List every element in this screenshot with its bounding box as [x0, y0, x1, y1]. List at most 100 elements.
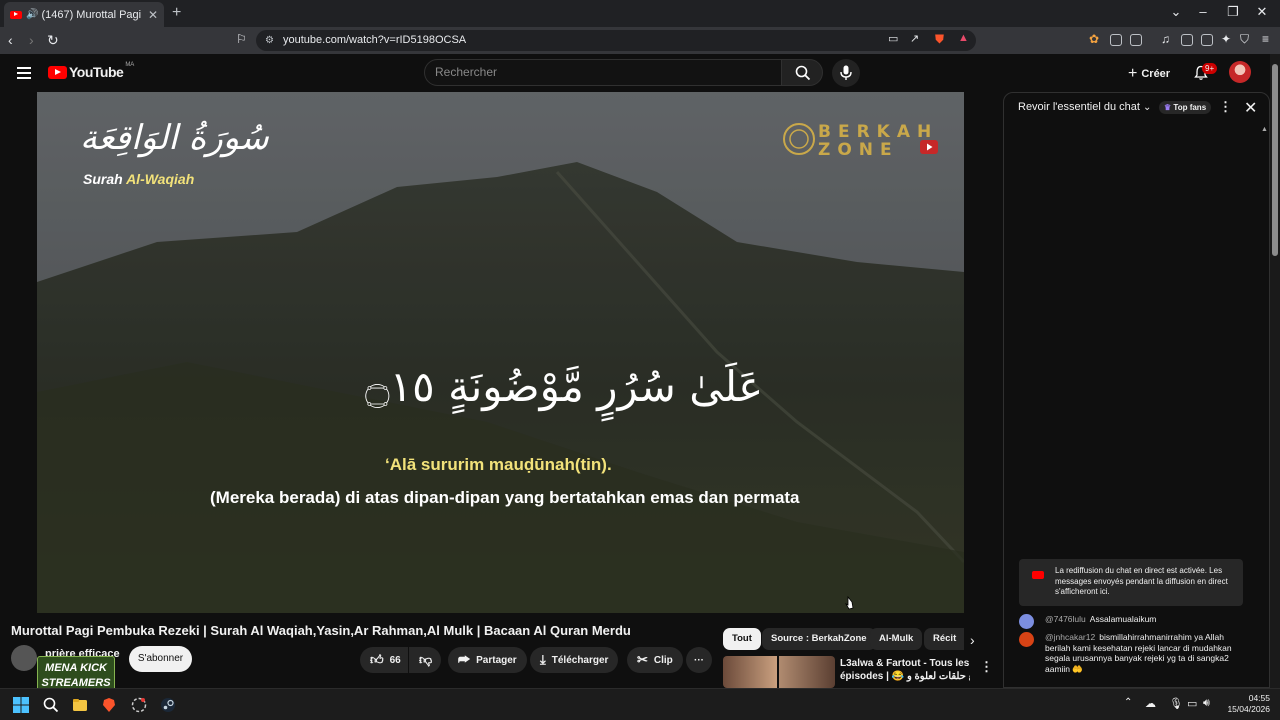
browser-tab[interactable]: 🔊 (1467) Murottal Pagi Pembuk ✕	[4, 2, 164, 27]
chip-al-mulk[interactable]: Al-Mulk	[870, 628, 923, 650]
brand-play-icon	[920, 140, 938, 154]
crown-icon: ♛	[1164, 103, 1172, 112]
chat-author[interactable]: @7476lulu	[1045, 614, 1086, 624]
youtube-icon	[1032, 571, 1044, 579]
brave-browser-icon[interactable]	[101, 697, 117, 713]
cast-icon[interactable]: ▭	[888, 32, 898, 45]
create-label: Créer	[1141, 68, 1171, 80]
subscribe-button[interactable]: S'abonner	[129, 646, 192, 672]
thumbs-up-icon: 👍︎	[370, 652, 384, 667]
chip-all[interactable]: Tout	[723, 628, 761, 650]
chip-source-berkahzone[interactable]: Source : BerkahZone	[762, 628, 876, 650]
chat-scroll-up-icon[interactable]: ▲	[1261, 126, 1268, 133]
back-button[interactable]: ‹	[8, 32, 13, 48]
extensions-puzzle-icon[interactable]	[1110, 34, 1122, 46]
network-icon[interactable]: ▭	[1187, 697, 1197, 710]
berkah-zone-logo-icon	[783, 123, 815, 155]
surah-prefix: Surah	[83, 171, 123, 187]
reload-button[interactable]: ↻	[47, 32, 59, 49]
scrollbar-thumb[interactable]	[1272, 64, 1278, 256]
extension-icon[interactable]: ✿	[1089, 32, 1099, 46]
country-code: MA	[125, 62, 135, 68]
mic-tray-icon[interactable]: 🎙︎	[1169, 697, 1183, 710]
reader-mode-icon[interactable]	[1130, 34, 1142, 46]
like-button[interactable]: 👍︎ 66	[360, 647, 408, 673]
app-icon[interactable]	[131, 697, 147, 713]
recommendation-thumbnail[interactable]	[723, 656, 777, 688]
thumbs-down-icon: 👎︎	[419, 652, 433, 667]
brand-line-1: BERKAH	[818, 122, 939, 142]
download-button[interactable]: ⤓ Télécharger	[530, 647, 619, 673]
close-window-button[interactable]: ✕	[1252, 4, 1272, 20]
avatar	[1019, 614, 1034, 629]
sidebar-icon[interactable]	[1181, 34, 1193, 46]
clock-date: 15/04/2026	[1227, 704, 1270, 714]
new-tab-button[interactable]: +	[172, 4, 181, 22]
youtube-play-icon	[48, 65, 67, 79]
share-page-icon[interactable]: ↗	[910, 32, 919, 45]
leo-ai-icon[interactable]: ✦	[1221, 32, 1231, 46]
logo-text: YouTube	[69, 64, 124, 80]
chat-more-options-icon[interactable]: ⋮	[1219, 99, 1232, 115]
channel-avatar[interactable]	[11, 645, 37, 671]
forward-button[interactable]: ›	[29, 32, 34, 48]
recommendation-thumbnail-right[interactable]	[779, 656, 835, 688]
bookmark-icon[interactable]: ⚐	[236, 32, 247, 46]
maximize-button[interactable]: ❐	[1223, 4, 1243, 20]
chat-filter-dropdown[interactable]: Revoir l'essentiel du chat ⌄	[1018, 101, 1151, 113]
url-text: youtube.com/watch?v=rID5198OCSA	[283, 34, 467, 46]
recommendation-more-icon[interactable]: ⋮	[980, 659, 993, 675]
share-icon: ⮫	[458, 652, 471, 667]
youtube-logo[interactable]: YouTube MA	[48, 62, 135, 80]
search-input[interactable]: Rechercher	[424, 59, 782, 86]
url-field[interactable]: ⚙ youtube.com/watch?v=rID5198OCSA	[256, 30, 976, 51]
music-icon[interactable]: ♫	[1161, 32, 1170, 46]
chat-close-icon[interactable]: ✕	[1244, 98, 1257, 118]
surah-name: Surah Al-Waqiah	[83, 171, 194, 187]
microphone-icon	[840, 65, 852, 80]
clock-time: 04:55	[1248, 693, 1270, 703]
hamburger-menu-icon[interactable]	[17, 67, 31, 82]
account-avatar[interactable]	[1229, 61, 1251, 83]
brave-shields-icon[interactable]: ⛊	[935, 32, 944, 47]
speaker-icon: 🔊	[26, 9, 39, 20]
ayah-arabic-text: عَلَىٰ سُرُرٍ مَّوْضُونَةٍ ۝١٥	[365, 362, 764, 411]
windows-start-icon[interactable]	[13, 697, 29, 713]
taskbar-clock[interactable]: 04:55 15/04/2026	[1220, 693, 1270, 715]
clip-button[interactable]: ✂ Clip	[627, 647, 683, 673]
dislike-button[interactable]: 👎︎	[409, 647, 441, 673]
chips-next-icon[interactable]: ›	[970, 632, 975, 648]
tray-chevron-up-icon[interactable]: ⌃	[1124, 697, 1132, 708]
tab-close-icon[interactable]: ✕	[148, 8, 158, 22]
chat-author[interactable]: @jnhcakar12	[1045, 632, 1095, 642]
chip-recitation[interactable]: Récit	[924, 628, 964, 650]
notification-badge: 9+	[1202, 63, 1218, 74]
tab-search-icon[interactable]: ⌄	[1166, 4, 1186, 20]
menu-icon[interactable]: ≡	[1262, 32, 1269, 46]
minimize-button[interactable]: –	[1193, 4, 1213, 19]
share-button[interactable]: ⮫ Partager	[448, 647, 527, 673]
wallet-icon[interactable]	[1201, 34, 1213, 46]
recommendation-title[interactable]: L3alwa & Fartout - Tous les épisodes | 😂…	[840, 657, 970, 683]
avatar	[1019, 632, 1034, 647]
rec-title-line-2: épisodes | 😂 جميع حلقات لعلوة و ...	[840, 671, 970, 682]
brave-rewards-icon[interactable]: ▲	[958, 32, 969, 44]
download-label: Télécharger	[551, 654, 609, 666]
plus-icon: +	[1128, 65, 1138, 82]
vpn-shield-icon[interactable]: ⛉	[1240, 32, 1249, 47]
site-info-icon[interactable]: ⚙	[265, 30, 274, 51]
file-explorer-icon[interactable]	[72, 697, 88, 713]
search-button[interactable]	[781, 59, 823, 86]
voice-search-button[interactable]	[832, 59, 860, 87]
more-actions-button[interactable]: ···	[686, 647, 712, 673]
search-icon[interactable]	[43, 697, 59, 713]
cloud-icon[interactable]: ☁	[1145, 697, 1156, 710]
clip-label: Clip	[653, 654, 673, 666]
top-fans-badge[interactable]: ♛ Top fans	[1159, 101, 1212, 114]
chat-text: Assalamualaikum	[1089, 614, 1157, 624]
volume-icon[interactable]: 🔊︎	[1203, 697, 1210, 710]
steam-icon[interactable]	[160, 697, 176, 713]
youtube-favicon-icon	[10, 10, 22, 19]
chevron-down-icon: ⌄	[1143, 102, 1152, 113]
create-button[interactable]: + Créer	[1128, 65, 1170, 83]
